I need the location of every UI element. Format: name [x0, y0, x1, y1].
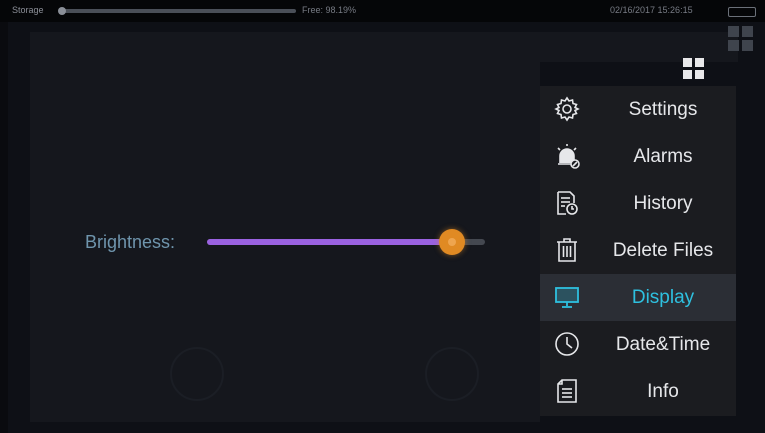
- clock-icon: [554, 331, 580, 357]
- siren-icon: [554, 143, 580, 169]
- side-menu: Settings Alarms History Delete Files Dis…: [540, 86, 736, 416]
- menu-item-label: Alarms: [633, 146, 693, 167]
- trash-icon: [554, 237, 580, 263]
- brightness-slider-thumb[interactable]: [439, 229, 465, 255]
- brightness-slider[interactable]: [207, 229, 485, 255]
- storage-indicator: [58, 7, 66, 15]
- menu-item-date-time[interactable]: Date&Time: [540, 321, 736, 368]
- tabs-bar: [30, 32, 738, 62]
- menu-item-label: Settings: [628, 99, 698, 120]
- menu-item-display[interactable]: Display: [540, 274, 736, 321]
- menu-item-label: Delete Files: [612, 240, 714, 261]
- menu-item-label: Date&Time: [615, 334, 711, 355]
- menu-item-label: History: [633, 193, 693, 214]
- gauge-dimmed: [425, 347, 479, 401]
- menu-item-alarms[interactable]: Alarms: [540, 133, 736, 180]
- status-bar: Storage Free: 98.19% 02/16/2017 15:26:15: [0, 0, 765, 22]
- menu-item-settings[interactable]: Settings: [540, 86, 736, 133]
- brightness-slider-fill: [207, 239, 452, 245]
- battery-icon: [728, 7, 756, 17]
- gauge-dimmed: [170, 347, 224, 401]
- gear-icon: [554, 96, 580, 122]
- menu-item-info[interactable]: Info: [540, 368, 736, 415]
- menu-item-label: Display: [631, 287, 695, 308]
- layout-toggle-icon[interactable]: [728, 26, 754, 52]
- menu-grid-icon[interactable]: [683, 58, 705, 80]
- free-space-label: Free: 98.19%: [302, 5, 357, 15]
- brightness-label: Brightness:: [85, 232, 176, 252]
- storage-label: Storage: [12, 5, 44, 15]
- document-icon: [554, 378, 580, 404]
- datetime-label: 02/16/2017 15:26:15: [610, 5, 693, 15]
- storage-bar: [58, 7, 296, 15]
- menu-item-label: Info: [647, 381, 679, 402]
- monitor-icon: [554, 284, 580, 310]
- history-icon: [554, 190, 580, 216]
- menu-item-history[interactable]: History: [540, 180, 736, 227]
- menu-item-delete-files[interactable]: Delete Files: [540, 227, 736, 274]
